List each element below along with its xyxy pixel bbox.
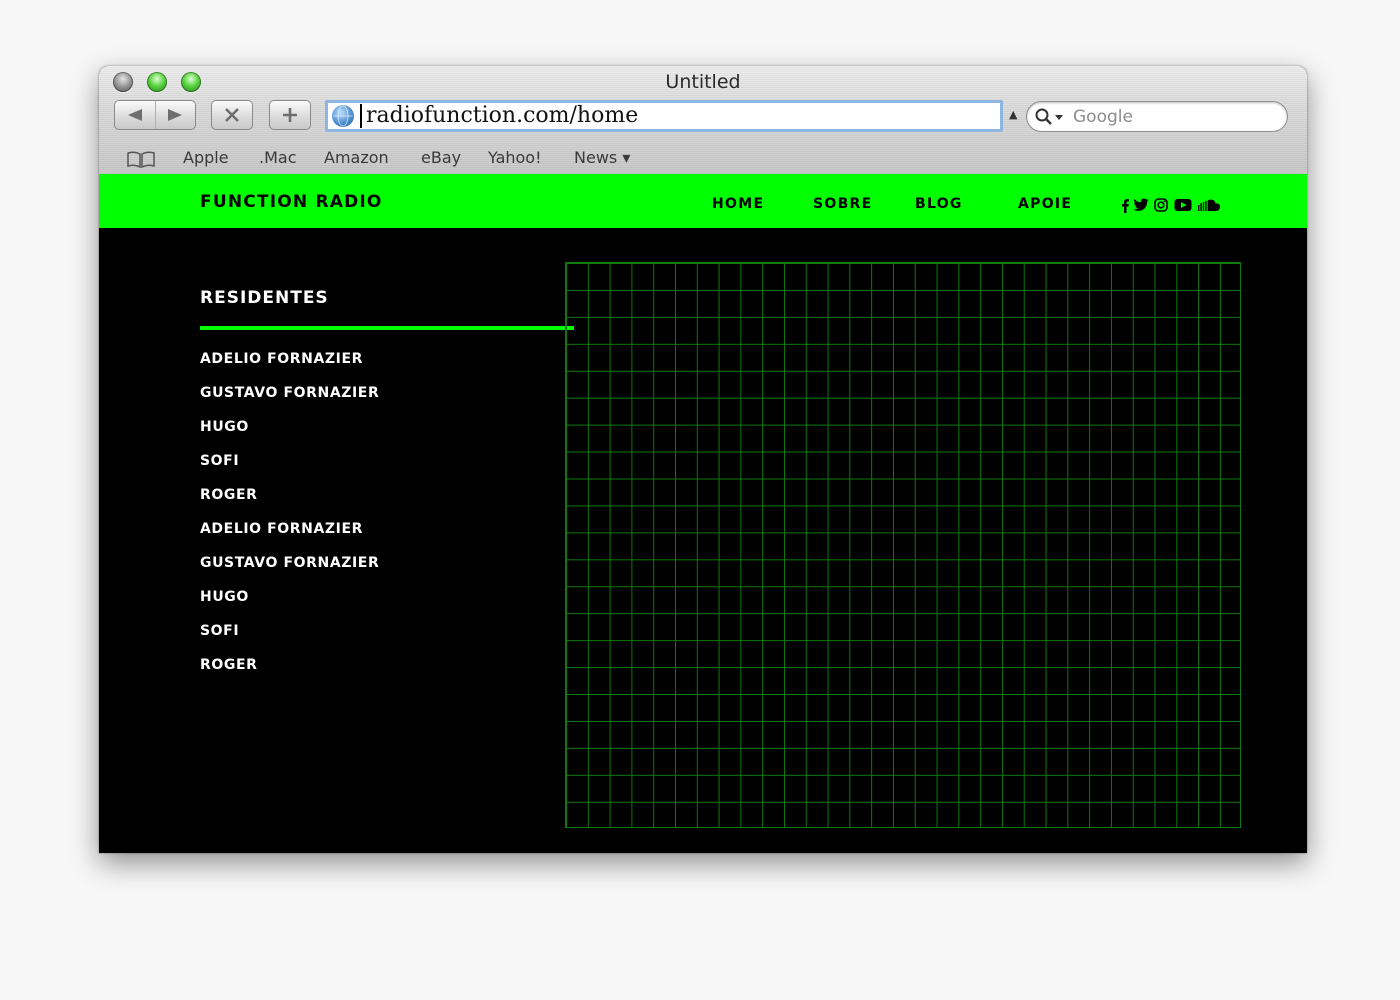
resident-link[interactable]: ROGER xyxy=(200,656,379,690)
resident-link[interactable]: ADELIO FORNAZIER xyxy=(200,350,379,384)
nav-sobre[interactable]: SOBRE xyxy=(813,196,873,212)
resident-link[interactable]: SOFI xyxy=(200,452,379,486)
nav-blog[interactable]: BLOG xyxy=(915,196,963,212)
forward-arrow-icon xyxy=(168,109,183,121)
forward-button[interactable] xyxy=(154,101,196,129)
resident-link[interactable]: HUGO xyxy=(200,588,379,622)
site-logo[interactable]: FUNCTION RADIO xyxy=(200,192,383,212)
globe-lines xyxy=(333,105,353,127)
stop-x-icon xyxy=(225,108,239,122)
resident-link[interactable]: ROGER xyxy=(200,486,379,520)
bookmark-amazon[interactable]: Amazon xyxy=(324,148,389,167)
bookmark-yahoo[interactable]: Yahoo! xyxy=(488,148,542,167)
bookmarks-bar: Apple .Mac Amazon eBay Yahoo! News ▾ xyxy=(99,145,1307,172)
browser-window: Untitled radiofunction.com/home ▲ Google… xyxy=(99,66,1307,853)
search-icon xyxy=(1035,108,1063,125)
globe-icon xyxy=(332,105,354,127)
heading-underline xyxy=(200,326,574,330)
nav-apoie[interactable]: APOIE xyxy=(1018,196,1072,212)
social-links xyxy=(1121,197,1220,213)
green-grid-panel xyxy=(565,262,1241,828)
add-bookmark-button[interactable] xyxy=(269,100,311,130)
url-text: radiofunction.com/home xyxy=(360,104,638,128)
residents-heading: RESIDENTES xyxy=(200,288,329,308)
address-bar[interactable]: radiofunction.com/home xyxy=(325,100,1003,132)
plus-icon xyxy=(283,108,297,122)
bookmark-news-menu[interactable]: News ▾ xyxy=(574,148,630,167)
twitter-icon[interactable] xyxy=(1133,198,1149,212)
back-forward-buttons xyxy=(114,100,196,130)
back-button[interactable] xyxy=(115,101,155,129)
bookmark-apple[interactable]: Apple xyxy=(183,148,229,167)
bookmark-ebay[interactable]: eBay xyxy=(421,148,461,167)
nav-home[interactable]: HOME xyxy=(712,196,764,212)
bookmark-mac[interactable]: .Mac xyxy=(259,148,297,167)
instagram-icon[interactable] xyxy=(1154,198,1168,212)
resident-link[interactable]: GUSTAVO FORNAZIER xyxy=(200,554,379,588)
bookmarks-book-icon[interactable] xyxy=(126,150,156,168)
back-arrow-icon xyxy=(127,109,142,121)
search-placeholder: Google xyxy=(1073,106,1133,127)
browser-toolbar: Untitled radiofunction.com/home ▲ Google… xyxy=(99,66,1307,175)
youtube-icon[interactable] xyxy=(1174,198,1192,212)
snapback-icon[interactable]: ▲ xyxy=(1009,108,1017,121)
site-navbar: FUNCTION RADIO HOME SOBRE BLOG APOIE xyxy=(99,174,1307,228)
search-field[interactable]: Google xyxy=(1026,101,1288,132)
window-title: Untitled xyxy=(665,71,741,93)
resident-link[interactable]: GUSTAVO FORNAZIER xyxy=(200,384,379,418)
resident-link[interactable]: SOFI xyxy=(200,622,379,656)
stop-button[interactable] xyxy=(211,100,253,130)
soundcloud-icon[interactable] xyxy=(1198,199,1220,211)
resident-link[interactable]: ADELIO FORNAZIER xyxy=(200,520,379,554)
resident-link[interactable]: HUGO xyxy=(200,418,379,452)
residents-list: ADELIO FORNAZIER GUSTAVO FORNAZIER HUGO … xyxy=(200,350,379,690)
facebook-icon[interactable] xyxy=(1121,198,1129,213)
web-page: FUNCTION RADIO HOME SOBRE BLOG APOIE RES… xyxy=(99,174,1307,853)
